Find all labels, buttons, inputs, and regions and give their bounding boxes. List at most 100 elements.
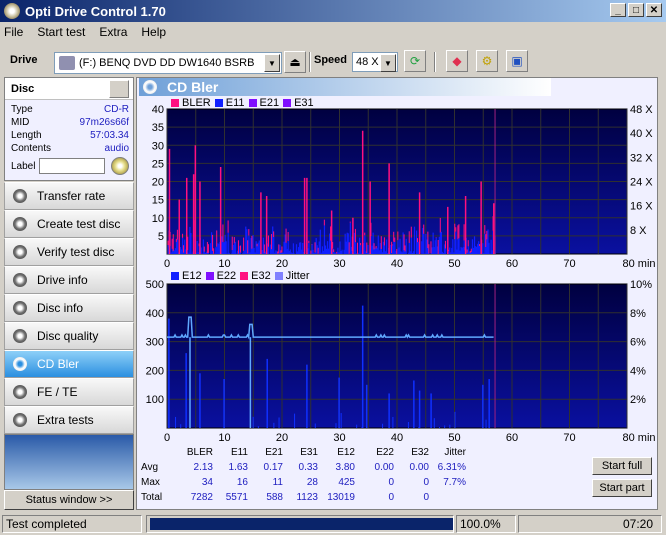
refresh-icon: ⟳ [409, 54, 421, 68]
e11-bar [457, 239, 459, 254]
save-button[interactable]: ▣ [506, 50, 528, 72]
e12-bar [388, 393, 390, 428]
y-tick-label: 400 [146, 308, 164, 320]
bler-bar [466, 249, 468, 253]
bler-bar [394, 237, 396, 243]
nav-item-label: Disc quality [37, 329, 99, 343]
e11-bar [470, 252, 473, 254]
nav-item-disc-quality[interactable]: Disc quality [4, 322, 134, 350]
speed-select[interactable]: 48 X ▼ [352, 52, 398, 72]
e11-bar [326, 241, 329, 254]
nav-item-create-test-disc[interactable]: Create test disc [4, 210, 134, 238]
stats-cell: 0.17 [263, 462, 283, 473]
e11-bar [377, 235, 379, 254]
e11-bar [250, 238, 252, 254]
menu-bar: File Start test Extra Help [0, 22, 666, 42]
e12-bar [257, 426, 259, 428]
settings-icon: ⚙ [481, 54, 493, 68]
bler-bar [457, 225, 459, 240]
stats-cell: 0 [423, 492, 429, 503]
e11-bar [408, 242, 410, 254]
nav-item-verify-test-disc[interactable]: Verify test disc [4, 238, 134, 266]
e11-bar [291, 253, 293, 254]
bler-bar [287, 231, 289, 241]
e11-bar [204, 252, 207, 254]
close-button[interactable]: ✕ [646, 3, 662, 17]
e11-bar [455, 231, 457, 254]
stats-cell: Max [141, 477, 160, 488]
maximize-button[interactable]: □ [628, 3, 644, 17]
stats-header: E11 [230, 447, 248, 458]
stats-cell: Total [141, 492, 163, 503]
nav-item-fe-te[interactable]: FE / TE [4, 378, 134, 406]
nav-item-label: Transfer rate [37, 189, 106, 203]
e11-bar [479, 246, 481, 254]
menu-help[interactable]: Help [141, 25, 166, 39]
eject-button[interactable]: ⏏ [284, 51, 306, 73]
chevron-down-icon[interactable]: ▼ [264, 54, 280, 72]
menu-start-test[interactable]: Start test [37, 25, 85, 39]
e12-bar [278, 417, 280, 428]
disc-row-mid: MID 97m26s66f [11, 117, 129, 128]
nav-item-cd-bler[interactable]: CD Bler [4, 350, 134, 378]
nav-item-drive-info[interactable]: Drive info [4, 266, 134, 294]
e11-bar [216, 246, 218, 254]
stats-cell: 7282 [190, 492, 213, 503]
settings-button[interactable]: ⚙ [476, 50, 498, 72]
nav-item-transfer-rate[interactable]: Transfer rate [4, 182, 134, 210]
bler-peak [303, 177, 306, 254]
disc-icon[interactable] [111, 157, 130, 175]
nav-item-disc-info[interactable]: Disc info [4, 294, 134, 322]
bler-bar [467, 240, 469, 247]
bler-bar [366, 242, 368, 254]
e11-bar [263, 253, 266, 254]
minimize-button[interactable]: _ [610, 3, 626, 17]
erase-button[interactable]: ◆ [446, 50, 468, 72]
stats-header: E32 [411, 447, 429, 458]
e11-bar [167, 245, 169, 254]
e11-bar [179, 247, 182, 254]
e11-bar [337, 247, 339, 254]
e12-bar [335, 423, 337, 428]
stats-cell: 1.63 [228, 462, 248, 473]
disc-header-button[interactable] [109, 80, 129, 98]
elapsed-time: 07:20 [518, 515, 662, 533]
label-input[interactable] [39, 158, 106, 174]
e11-bar [173, 250, 175, 254]
bler-bar [336, 251, 338, 254]
bler-bar [247, 240, 249, 254]
e11-bar [449, 247, 451, 254]
e11-bar [301, 249, 303, 254]
bler-peak [194, 145, 197, 254]
y-tick-label: 100 [146, 394, 164, 406]
menu-file[interactable]: File [4, 25, 23, 39]
e11-bar [232, 244, 234, 254]
refresh-button[interactable]: ⟳ [404, 50, 426, 72]
bler-bar [273, 231, 275, 238]
toolbar: Drive (F:) BENQ DVD DD DW1640 BSRB ▼ ⏏ S… [0, 44, 666, 76]
e11-bar [482, 243, 484, 254]
x-tick-label: 80 min [622, 432, 655, 444]
e11-bar [399, 238, 401, 254]
stats-cell: 0 [388, 492, 394, 503]
drive-select[interactable]: (F:) BENQ DVD DD DW1640 BSRB ▼ [54, 52, 282, 74]
stats-cell: 5571 [225, 492, 248, 503]
e11-bar [395, 250, 397, 254]
bler-bar [317, 247, 319, 254]
e11-bar [379, 243, 381, 254]
y-tick-label: 200 [146, 365, 164, 377]
start-full-button[interactable]: Start full [592, 457, 652, 475]
nav-item-extra-tests[interactable]: Extra tests [4, 406, 134, 434]
e11-bar [244, 250, 246, 254]
bler-bar [176, 229, 178, 240]
status-window-button[interactable]: Status window >> [4, 490, 134, 510]
chevron-down-icon[interactable]: ▼ [380, 54, 396, 72]
bler-bar [391, 241, 393, 254]
bler-peak [464, 196, 467, 254]
e11-bar [384, 251, 387, 254]
e12-bar [361, 427, 363, 428]
e12-bar [356, 424, 358, 428]
e11-bar [287, 240, 289, 254]
start-part-button[interactable]: Start part [592, 479, 652, 497]
menu-extra[interactable]: Extra [99, 25, 127, 39]
